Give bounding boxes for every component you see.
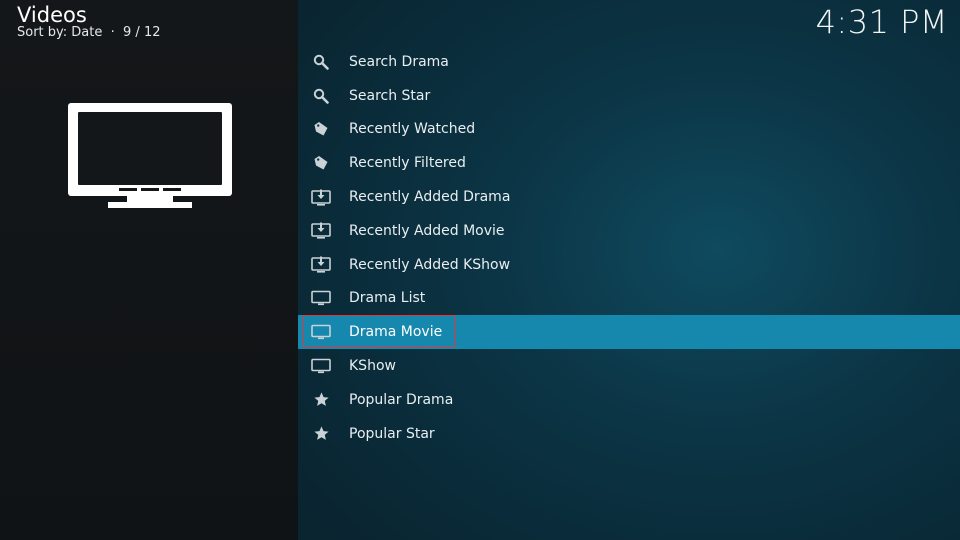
menu-item-label: Popular Star — [349, 425, 435, 442]
kodi-screen: Videos Sort by: Date · 9 / 12 4:31 PM Se… — [0, 0, 960, 540]
monitor-icon — [310, 289, 332, 307]
star-icon — [310, 425, 332, 443]
menu-item-label: Recently Added KShow — [349, 256, 511, 273]
star-icon — [310, 391, 332, 409]
menu-item-recently-added-movie[interactable]: Recently Added Movie — [298, 214, 960, 248]
menu-item-label: Recently Added Drama — [349, 189, 511, 206]
menu-item-label: Drama List — [349, 290, 426, 307]
search-icon — [310, 87, 332, 105]
menu-item-recently-added-drama[interactable]: Recently Added Drama — [298, 180, 960, 214]
monitor-icon — [310, 323, 332, 341]
menu-item-popular-drama[interactable]: Popular Drama — [298, 383, 960, 417]
tag-icon — [310, 154, 332, 172]
monitor-icon — [310, 357, 332, 375]
menu-item-label: Drama Movie — [349, 324, 443, 341]
download-tray-icon — [310, 188, 332, 206]
clock: 4:31 PM — [815, 3, 948, 41]
menu-item-popular-star[interactable]: Popular Star — [298, 417, 960, 451]
menu-item-label: Popular Drama — [349, 391, 454, 408]
page-title: Videos — [17, 3, 87, 27]
menu-item-label: KShow — [349, 358, 396, 375]
menu-item-drama-list[interactable]: Drama List — [298, 282, 960, 316]
menu-item-label: Search Star — [349, 87, 431, 104]
info-panel: Videos Sort by: Date · 9 / 12 — [0, 0, 298, 540]
sort-info: Sort by: Date · 9 / 12 — [17, 25, 161, 40]
menu-item-label: Recently Added Movie — [349, 222, 505, 239]
menu-item-recently-watched[interactable]: Recently Watched — [298, 113, 960, 147]
tag-icon — [310, 120, 332, 138]
search-icon — [310, 53, 332, 71]
menu-item-recently-filtered[interactable]: Recently Filtered — [298, 146, 960, 180]
menu-item-kshow[interactable]: KShow — [298, 349, 960, 383]
menu-item-drama-movie[interactable]: Drama Movie — [298, 315, 960, 350]
download-tray-icon — [310, 222, 332, 240]
menu-item-search-star[interactable]: Search Star — [298, 79, 960, 113]
menu-item-label: Search Drama — [349, 53, 449, 70]
download-tray-icon — [310, 256, 332, 274]
menu-item-search-drama[interactable]: Search Drama — [298, 45, 960, 79]
menu-item-recently-added-kshow[interactable]: Recently Added KShow — [298, 248, 960, 282]
menu-item-label: Recently Filtered — [349, 155, 466, 172]
menu-list: Search Drama Search Star Recently Watched R… — [298, 45, 960, 451]
tv-icon — [68, 103, 232, 208]
menu-item-label: Recently Watched — [349, 121, 476, 138]
